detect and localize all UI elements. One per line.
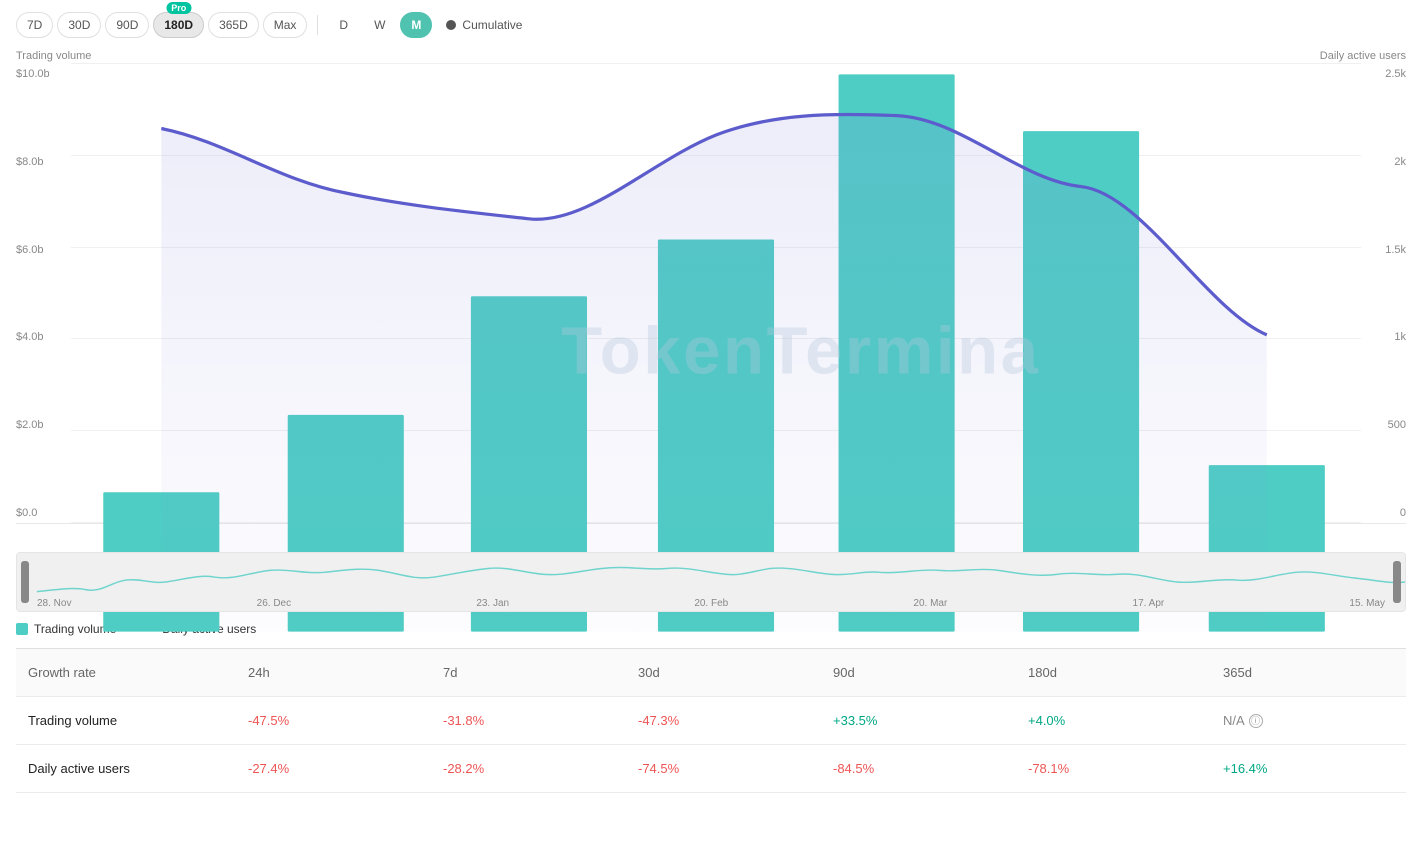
row1-180d: +4.0%	[1016, 703, 1211, 738]
range-handle-left[interactable]	[21, 561, 29, 603]
row1-7d: -31.8%	[431, 703, 626, 738]
period-180d[interactable]: 180D	[153, 12, 204, 38]
pro-wrapper: Pro 180D	[153, 12, 204, 38]
cumulative-dot	[446, 20, 456, 30]
row1-label: Trading volume	[16, 703, 236, 738]
header-col0: Growth rate	[16, 655, 236, 690]
period-30d[interactable]: 30D	[57, 12, 101, 38]
mini-date-5: 17. Apr	[1133, 598, 1165, 609]
row2-24h: -27.4%	[236, 751, 431, 786]
table-row-daily: Daily active users -27.4% -28.2% -74.5% …	[16, 745, 1406, 793]
info-icon: ⓘ	[1249, 714, 1263, 728]
row2-365d: +16.4%	[1211, 751, 1406, 786]
left-axis-label: Trading volume	[16, 50, 91, 62]
freq-d[interactable]: D	[328, 12, 359, 38]
cumulative-toggle[interactable]: Cumulative	[446, 18, 522, 32]
y-axis-left: $0.0 $2.0b $4.0b $6.0b $8.0b $10.0b	[16, 64, 71, 523]
mini-date-4: 20. Mar	[913, 598, 947, 609]
mini-date-1: 26. Dec	[257, 598, 291, 609]
mini-date-0: 28. Nov	[37, 598, 71, 609]
y-axis-right: 0 500 1k 1.5k 2k 2.5k	[1361, 64, 1406, 523]
header-col2: 7d	[431, 655, 626, 690]
row2-label: Daily active users	[16, 751, 236, 786]
freq-w[interactable]: W	[363, 12, 396, 38]
main-container: 7D 30D 90D Pro 180D 365D Max D W M Cumul…	[0, 0, 1422, 857]
row2-30d: -74.5%	[626, 751, 821, 786]
mini-date-2: 23. Jan	[476, 598, 509, 609]
table-header-row: Growth rate 24h 7d 30d 90d 180d 365d	[16, 649, 1406, 697]
pro-badge: Pro	[166, 2, 191, 14]
period-7d[interactable]: 7D	[16, 12, 53, 38]
controls-bar: 7D 30D 90D Pro 180D 365D Max D W M Cumul…	[16, 12, 1406, 38]
period-max[interactable]: Max	[263, 12, 308, 38]
row1-30d: -47.3%	[626, 703, 821, 738]
mini-date-3: 20. Feb	[694, 598, 728, 609]
line-chart: TokenTermina	[71, 64, 1361, 632]
header-col6: 365d	[1211, 655, 1406, 690]
header-col4: 90d	[821, 655, 1016, 690]
period-90d[interactable]: 90D	[105, 12, 149, 38]
cumulative-label: Cumulative	[462, 18, 522, 32]
row1-90d: +33.5%	[821, 703, 1016, 738]
row2-7d: -28.2%	[431, 751, 626, 786]
row1-365d: N/A ⓘ	[1211, 703, 1406, 738]
header-col1: 24h	[236, 655, 431, 690]
axis-labels: Trading volume Daily active users	[16, 50, 1406, 62]
right-axis-label: Daily active users	[1320, 50, 1406, 62]
mini-date-6: 15. May	[1349, 598, 1385, 609]
divider	[317, 15, 318, 35]
row2-180d: -78.1%	[1016, 751, 1211, 786]
legend-square-trading	[16, 623, 28, 635]
header-col5: 180d	[1016, 655, 1211, 690]
mini-chart[interactable]: 28. Nov 26. Dec 23. Jan 20. Feb 20. Mar …	[16, 552, 1406, 612]
header-col3: 30d	[626, 655, 821, 690]
growth-table: Growth rate 24h 7d 30d 90d 180d 365d Tra…	[16, 648, 1406, 793]
row1-24h: -47.5%	[236, 703, 431, 738]
period-365d[interactable]: 365D	[208, 12, 259, 38]
table-row-trading: Trading volume -47.5% -31.8% -47.3% +33.…	[16, 697, 1406, 745]
range-handle-right[interactable]	[1393, 561, 1401, 603]
freq-m[interactable]: M	[400, 12, 432, 38]
mini-labels: 28. Nov 26. Dec 23. Jan 20. Feb 20. Mar …	[37, 598, 1385, 609]
svg-text:TokenTermina: TokenTermina	[561, 314, 1040, 389]
row2-90d: -84.5%	[821, 751, 1016, 786]
main-chart-area: $0.0 $2.0b $4.0b $6.0b $8.0b $10.0b 0 50…	[16, 64, 1406, 524]
